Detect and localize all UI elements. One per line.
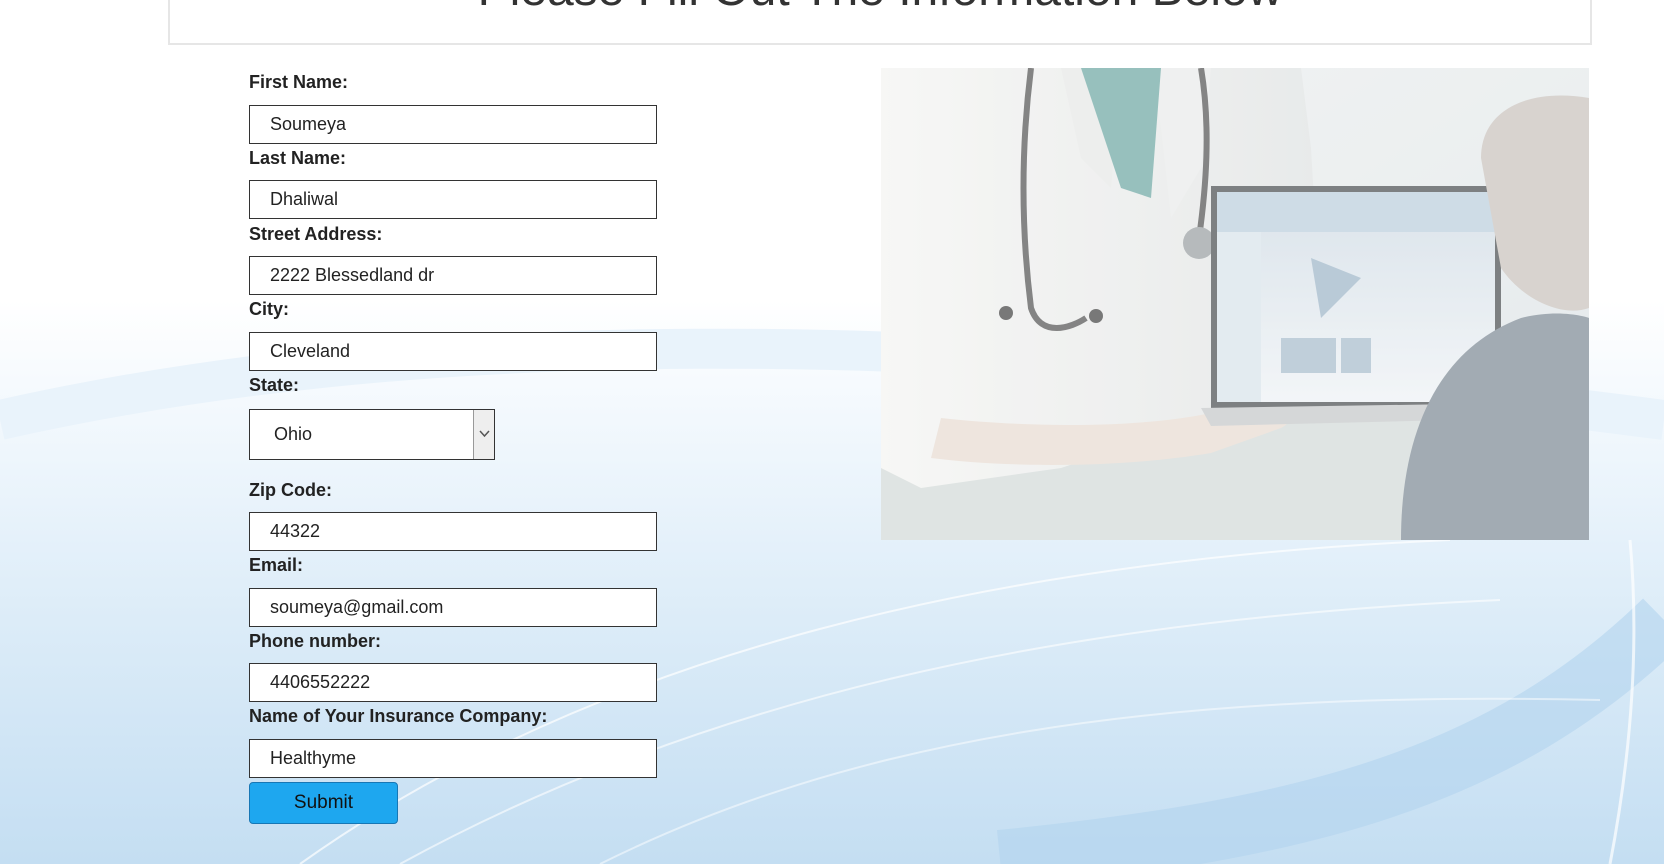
state-select-value: Ohio	[274, 424, 313, 444]
last-name-label: Last Name:	[249, 148, 347, 168]
email-input[interactable]	[249, 588, 657, 627]
zip-code-input[interactable]	[249, 512, 657, 551]
first-name-label: First Name:	[249, 72, 349, 92]
zip-code-label: Zip Code:	[249, 480, 332, 500]
doctor-consultation-image	[881, 68, 1589, 540]
insurance-label: Name of Your Insurance Company:	[249, 706, 548, 726]
street-address-input[interactable]	[249, 256, 657, 295]
submit-button[interactable]: Submit	[249, 782, 398, 824]
phone-input[interactable]	[249, 663, 657, 702]
state-select[interactable]: Ohio	[249, 409, 495, 460]
insurance-input[interactable]	[249, 739, 657, 778]
last-name-input[interactable]	[249, 180, 657, 219]
first-name-input[interactable]	[249, 105, 657, 144]
page-title: Please Fill Out The Information Below	[170, 0, 1590, 17]
city-input[interactable]	[249, 332, 657, 371]
street-address-label: Street Address:	[249, 224, 383, 244]
email-label: Email:	[249, 555, 304, 575]
page-header: Please Fill Out The Information Below	[168, 0, 1592, 45]
city-label: City:	[249, 299, 289, 319]
state-label: State:	[249, 375, 300, 395]
chevron-down-icon[interactable]	[473, 410, 494, 459]
phone-label: Phone number:	[249, 631, 382, 651]
